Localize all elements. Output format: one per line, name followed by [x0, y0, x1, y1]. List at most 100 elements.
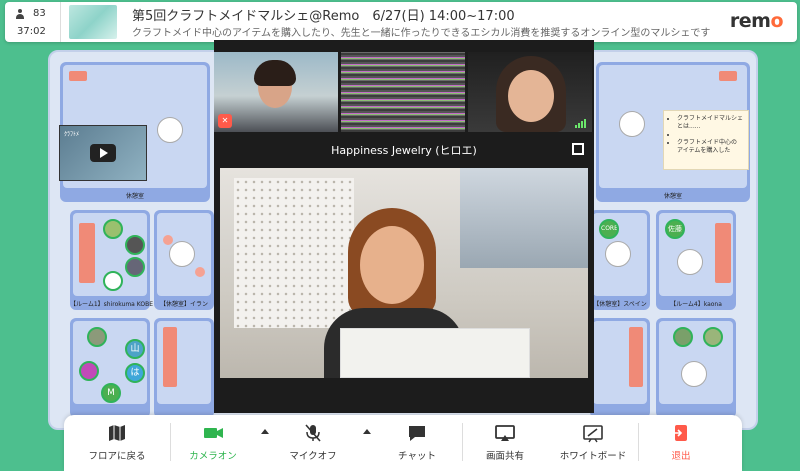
participant-face — [508, 70, 554, 122]
room-floor: 佐藤 — [659, 213, 733, 296]
mic-off-icon — [303, 423, 323, 443]
avatar[interactable]: CORE — [599, 219, 619, 239]
screen-share-icon — [495, 423, 515, 443]
camera-on-button[interactable]: カメラオン — [170, 423, 256, 467]
room-label: 【休憩室】イラン — [159, 301, 208, 308]
exit-icon — [671, 423, 691, 443]
play-icon[interactable] — [90, 144, 116, 162]
room-4[interactable]: 佐藤 【ルーム4】kaona — [656, 210, 736, 310]
camera-options-caret[interactable] — [261, 429, 269, 434]
participant-count: 83 — [33, 8, 46, 19]
exit-label: 退出 — [671, 451, 691, 462]
table[interactable] — [677, 249, 703, 275]
mic-label: マイクオフ — [289, 451, 337, 462]
elapsed-time: 37:02 — [17, 26, 46, 37]
bottom-toolbar: フロアに戻る カメラオン マイクオフ チャット 画面共有 ホワイトボード 退出 — [64, 415, 742, 471]
avatar[interactable]: 山 — [125, 339, 145, 359]
avatar[interactable] — [703, 327, 723, 347]
main-video[interactable] — [220, 168, 588, 378]
back-to-floor-label: フロアに戻る — [88, 451, 146, 462]
participant-video[interactable] — [341, 52, 465, 132]
room-floor — [659, 321, 733, 404]
window — [460, 168, 588, 268]
avatar[interactable] — [103, 271, 123, 291]
exit-button[interactable]: 退出 — [638, 423, 724, 467]
table[interactable] — [157, 117, 183, 143]
couch — [715, 223, 731, 283]
video-thumbnail-title: ｸﾗﾌﾄﾒ — [64, 131, 80, 138]
room-1[interactable]: 【ルーム1】shirokuma KOBE — [70, 210, 153, 310]
avatar[interactable] — [79, 361, 99, 381]
avatar[interactable] — [87, 327, 107, 347]
table[interactable] — [605, 241, 631, 267]
event-header: 83 37:02 第5回クラフトメイドマルシェ@Remo 6/27(日) 14:… — [5, 2, 797, 42]
avatar[interactable] — [673, 327, 693, 347]
video-panel: ✕ Happiness Jewelry (ヒロエ) — [214, 40, 594, 413]
jewelry-board — [340, 328, 530, 378]
room-floor: CORE — [593, 213, 647, 296]
room-label: 【ルーム1】shirokuma KOBE — [70, 301, 153, 308]
whiteboard-note[interactable]: クラフトメイドマルシェとは...... クラフトメイド中心のアイテムを購入した — [663, 110, 749, 170]
room-floor — [593, 321, 647, 404]
room-bottom-right-2[interactable] — [590, 318, 650, 418]
table[interactable] — [619, 111, 645, 137]
signal-icon — [575, 119, 586, 128]
participant-video[interactable]: ✕ — [214, 52, 338, 132]
logo-text: rem — [729, 10, 771, 32]
remo-logo: remo — [729, 10, 784, 32]
room-bottom-left[interactable]: 山 は M — [70, 318, 150, 418]
avatar[interactable]: は — [125, 363, 145, 383]
couch — [69, 71, 87, 81]
back-to-floor-button[interactable]: フロアに戻る — [74, 423, 160, 467]
avatar[interactable]: 佐藤 — [665, 219, 685, 239]
presenter-face — [360, 226, 424, 304]
note-item: クラフトメイド中心のアイテムを購入した — [677, 139, 743, 155]
camera-icon — [203, 423, 223, 443]
map-icon — [107, 423, 127, 443]
room-label: 【ルーム4】kaona — [670, 301, 722, 308]
room-label: 【休憩室】スペイン — [593, 301, 647, 308]
table[interactable] — [169, 241, 195, 267]
event-thumbnail[interactable] — [69, 5, 117, 39]
avatar[interactable] — [125, 257, 145, 277]
couch — [79, 223, 95, 283]
room-bottom-right[interactable] — [656, 318, 736, 418]
chat-button[interactable]: チャット — [374, 423, 460, 467]
mic-options-caret[interactable] — [363, 429, 371, 434]
participant-hair — [254, 60, 296, 86]
room-bottom-left-2[interactable] — [154, 318, 214, 418]
mic-muted-icon: ✕ — [218, 114, 232, 128]
whiteboard-icon — [583, 423, 603, 443]
room-label: 休憩室 — [125, 193, 144, 200]
pegboard — [234, 178, 354, 328]
room-floor — [157, 321, 211, 404]
avatar[interactable] — [125, 235, 145, 255]
camera-label: カメラオン — [189, 451, 237, 462]
whiteboard-button[interactable]: ホワイトボード — [550, 423, 636, 467]
room-floor — [157, 213, 211, 296]
avatar[interactable] — [103, 219, 123, 239]
avatar[interactable]: M — [101, 383, 121, 403]
chair — [163, 235, 173, 245]
screen-share-button[interactable]: 画面共有 — [462, 423, 548, 467]
main-video-title: Happiness Jewelry (ヒロエ) — [331, 144, 477, 157]
whiteboard-label: ホワイトボード — [559, 451, 627, 462]
note-item: クラフトメイドマルシェとは...... — [677, 115, 743, 131]
event-description: クラフトメイド中心のアイテムを購入したり、先生と一緒に作ったりできるエシカル消費… — [132, 28, 711, 39]
participant-video[interactable] — [468, 52, 592, 132]
panel-bottom-bar — [214, 386, 594, 413]
table[interactable] — [681, 361, 707, 387]
chair — [195, 267, 205, 277]
room-floor: 山 は M — [73, 321, 147, 404]
couch — [719, 71, 737, 81]
room-rest-spain[interactable]: CORE 【休憩室】スペイン — [590, 210, 650, 310]
chat-label: チャット — [398, 451, 436, 462]
event-title: 第5回クラフトメイドマルシェ@Remo 6/27(日) 14:00~17:00 — [132, 9, 515, 24]
room-rest-iran[interactable]: 【休憩室】イラン — [154, 210, 214, 310]
couch — [629, 327, 643, 387]
person-icon — [15, 8, 25, 19]
mic-off-button[interactable]: マイクオフ — [270, 423, 356, 467]
note-item — [677, 131, 743, 139]
fullscreen-icon[interactable] — [572, 143, 584, 155]
video-thumbnail[interactable]: ｸﾗﾌﾄﾒ — [59, 125, 147, 181]
